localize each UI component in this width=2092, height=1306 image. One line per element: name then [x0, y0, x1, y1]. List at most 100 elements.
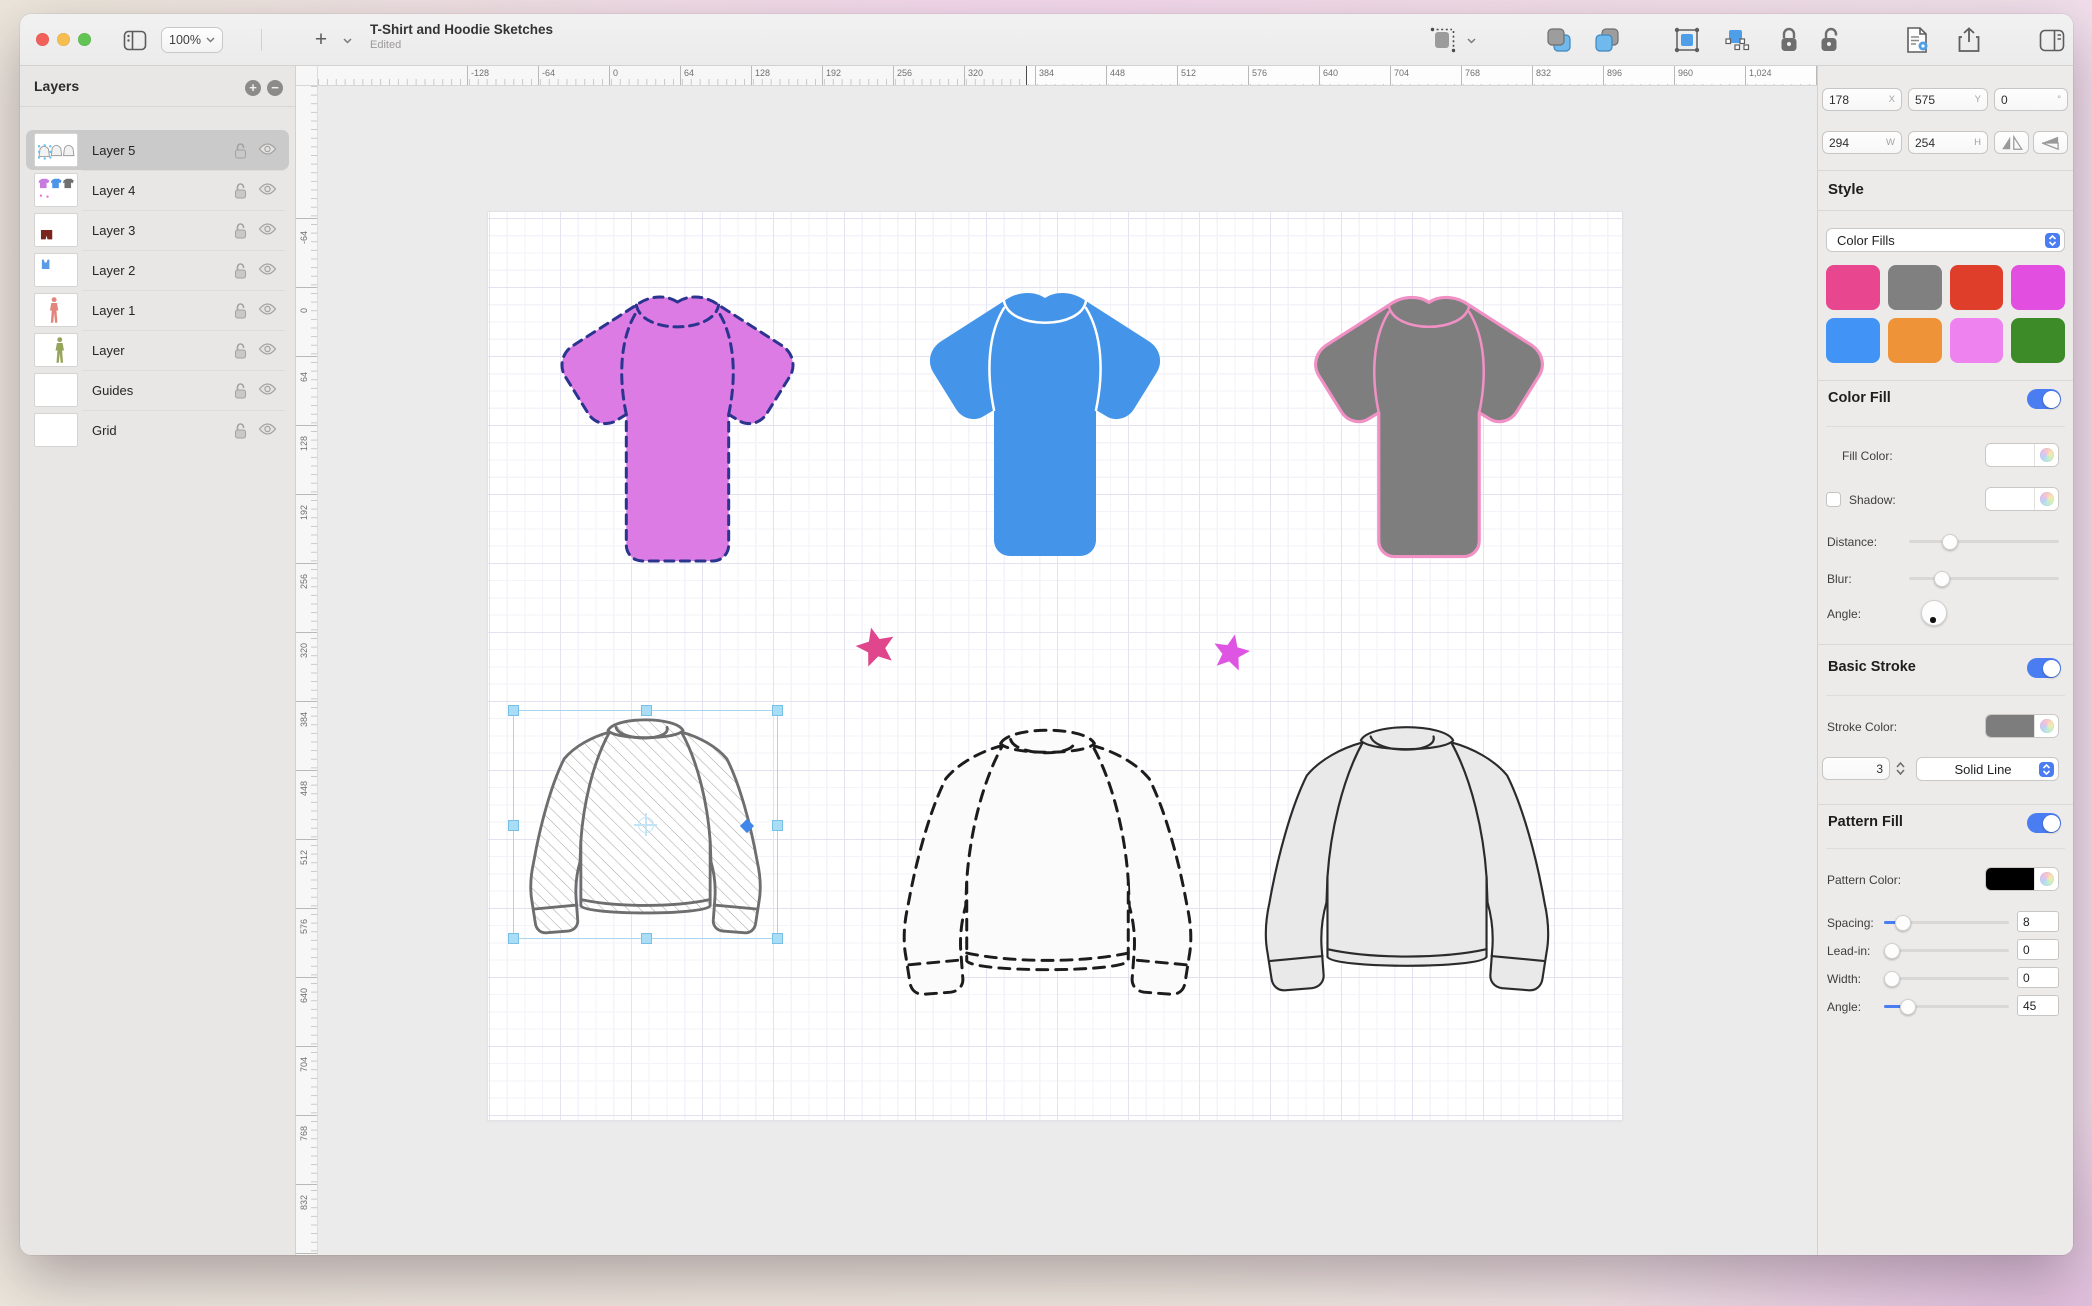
width-pattern-slider[interactable]	[1884, 977, 2009, 980]
slider-thumb[interactable]	[1942, 534, 1958, 550]
zoom-level-control[interactable]: 100%	[161, 27, 223, 53]
fill-color-well[interactable]	[1985, 443, 2059, 467]
transform-tool-button[interactable]	[1428, 25, 1458, 55]
swatch-red[interactable]	[1950, 265, 2004, 310]
sweatshirt-solid[interactable]	[1244, 715, 1570, 998]
layer-row-layer1[interactable]: Layer 1	[26, 290, 289, 330]
add-layer-button[interactable]: +	[245, 80, 261, 96]
pattern-fill-toggle[interactable]	[2027, 813, 2061, 833]
zoom-window-button[interactable]	[78, 33, 91, 46]
left-sidebar-toggle-button[interactable]	[120, 27, 150, 53]
eye-icon[interactable]	[258, 342, 277, 356]
minimize-button[interactable]	[57, 33, 70, 46]
angle-dial[interactable]	[1921, 600, 1947, 626]
ungroup-button[interactable]	[1722, 25, 1752, 55]
tshirt-gray-pink-stroke[interactable]	[1298, 288, 1560, 565]
selection-rotation-diamond[interactable]	[740, 819, 754, 833]
selection-handle-n[interactable]	[641, 705, 652, 716]
layer-row-layer4[interactable]: Layer 4	[26, 170, 289, 210]
lock-button[interactable]	[1776, 24, 1802, 56]
artboard[interactable]	[488, 212, 1622, 1120]
stroke-width-stepper[interactable]	[1893, 757, 1908, 780]
color-picker-button[interactable]	[2034, 444, 2058, 466]
spacing-slider[interactable]	[1884, 921, 2009, 924]
pattern-color-well[interactable]	[1985, 867, 2059, 891]
swatch-magenta[interactable]	[2011, 265, 2065, 310]
blur-slider[interactable]	[1909, 577, 2059, 580]
add-shape-button[interactable]: +	[308, 26, 334, 54]
swatch-blue[interactable]	[1826, 318, 1880, 363]
selection-handle-sw[interactable]	[508, 933, 519, 944]
color-picker-button[interactable]	[2034, 868, 2058, 890]
unlock-icon[interactable]	[233, 342, 248, 359]
unlock-icon[interactable]	[233, 142, 248, 159]
flip-vertical-button[interactable]	[2033, 131, 2068, 154]
close-button[interactable]	[36, 33, 49, 46]
tshirt-magenta-dashed[interactable]	[540, 292, 815, 565]
basic-stroke-toggle[interactable]	[2027, 658, 2061, 678]
eye-icon[interactable]	[258, 142, 277, 156]
flip-horizontal-button[interactable]	[1994, 131, 2029, 154]
fill-style-dropdown[interactable]: Color Fills	[1826, 228, 2065, 252]
height-field[interactable]: 254H	[1908, 131, 1988, 154]
transform-tool-chevron[interactable]	[1464, 36, 1478, 46]
y-position-field[interactable]: 575Y	[1908, 88, 1988, 111]
slider-thumb[interactable]	[1884, 943, 1900, 959]
unlock-icon[interactable]	[233, 422, 248, 439]
unlock-icon[interactable]	[233, 382, 248, 399]
width-field[interactable]: 294W	[1822, 131, 1902, 154]
stroke-width-field[interactable]: 3	[1822, 757, 1890, 780]
color-fill-toggle[interactable]	[2027, 389, 2061, 409]
right-sidebar-toggle-button[interactable]	[2036, 25, 2068, 55]
selection-bounding-box[interactable]	[513, 710, 778, 939]
selection-handle-s[interactable]	[641, 933, 652, 944]
unlock-icon[interactable]	[233, 182, 248, 199]
add-shape-chevron[interactable]	[340, 36, 354, 46]
layer-row-guides[interactable]: Guides	[26, 370, 289, 410]
eye-icon[interactable]	[258, 262, 277, 276]
shadow-color-well[interactable]	[1985, 487, 2059, 511]
spacing-value-field[interactable]: 8	[2017, 911, 2059, 932]
slider-thumb[interactable]	[1895, 915, 1911, 931]
unlock-icon[interactable]	[233, 262, 248, 279]
lead-in-slider[interactable]	[1884, 949, 2009, 952]
sweatshirt-dashed[interactable]	[882, 718, 1213, 1002]
lead-in-value-field[interactable]: 0	[2017, 939, 2059, 960]
eye-icon[interactable]	[258, 182, 277, 196]
bring-forward-button[interactable]	[1592, 25, 1622, 55]
remove-layer-button[interactable]: −	[267, 80, 283, 96]
color-picker-button[interactable]	[2034, 715, 2058, 737]
rotation-field[interactable]: 0°	[1994, 88, 2068, 111]
eye-icon[interactable]	[258, 422, 277, 436]
group-button[interactable]	[1672, 25, 1702, 55]
eye-icon[interactable]	[258, 302, 277, 316]
eye-icon[interactable]	[258, 382, 277, 396]
unlock-button[interactable]	[1816, 24, 1844, 56]
angle-pattern-value-field[interactable]: 45	[2017, 995, 2059, 1016]
layer-row-layer2[interactable]: Layer 2	[26, 250, 289, 290]
layer-row-layer3[interactable]: Layer 3	[26, 210, 289, 250]
slider-thumb[interactable]	[1900, 999, 1916, 1015]
width-pattern-value-field[interactable]: 0	[2017, 967, 2059, 988]
swatch-gray[interactable]	[1888, 265, 1942, 310]
layer-row-grid[interactable]: Grid	[26, 410, 289, 450]
selection-handle-e[interactable]	[772, 820, 783, 831]
unlock-icon[interactable]	[233, 302, 248, 319]
eye-icon[interactable]	[258, 222, 277, 236]
swatch-violet[interactable]	[1950, 318, 2004, 363]
swatch-green[interactable]	[2011, 318, 2065, 363]
swatch-pink[interactable]	[1826, 265, 1880, 310]
line-style-dropdown[interactable]: Solid Line	[1916, 757, 2059, 781]
selection-handle-ne[interactable]	[772, 705, 783, 716]
send-backward-button[interactable]	[1544, 25, 1574, 55]
swatch-orange[interactable]	[1888, 318, 1942, 363]
stroke-color-well[interactable]	[1985, 714, 2059, 738]
share-button[interactable]	[1954, 24, 1984, 56]
tshirt-blue[interactable]	[912, 288, 1178, 560]
layer-row-layer[interactable]: Layer	[26, 330, 289, 370]
shadow-checkbox[interactable]	[1826, 492, 1841, 507]
layer-row-layer5[interactable]: Layer 5	[26, 130, 289, 170]
x-position-field[interactable]: 178X	[1822, 88, 1902, 111]
selection-handle-se[interactable]	[772, 933, 783, 944]
star-magenta[interactable]	[1210, 632, 1252, 674]
